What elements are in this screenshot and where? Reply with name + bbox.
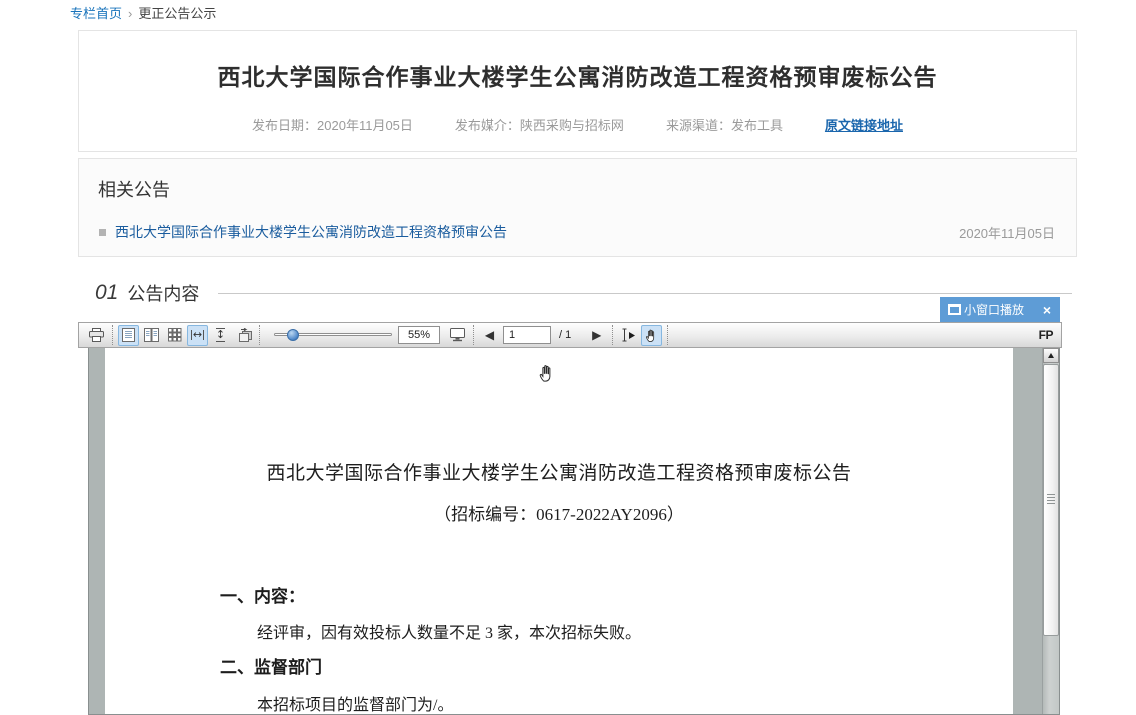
toolbar-separator	[259, 325, 260, 345]
document-section1-text: 经评审，因有效投标人数量不足 3 家，本次招标失败。	[257, 619, 641, 643]
toolbar-separator	[473, 325, 474, 345]
publish-media: 发布媒介：陕西采购与招标网	[455, 115, 624, 134]
pdf-page: 西北大学国际合作事业大楼学生公寓消防改造工程资格预审废标公告 （招标编号：061…	[105, 348, 1013, 715]
section-number: 01	[95, 281, 118, 305]
viewer-brand-label: FP	[1039, 328, 1053, 342]
related-title: 相关公告	[98, 176, 1076, 202]
pdf-viewer: ↔ ↕ ◀ / 1 ▶	[78, 322, 1062, 715]
toolbar-separator	[667, 325, 668, 345]
page-title: 西北大学国际合作事业大楼学生公寓消防改造工程资格预审废标公告	[79, 58, 1076, 92]
page-total-label: / 1	[559, 329, 571, 341]
previous-page-button[interactable]: ◀	[479, 325, 500, 346]
announcement-header-card: 西北大学国际合作事业大楼学生公寓消防改造工程资格预审废标公告 发布日期：2020…	[78, 30, 1077, 152]
section-divider	[218, 293, 1072, 294]
breadcrumb-separator: ›	[128, 6, 132, 21]
hand-tool-button[interactable]	[641, 325, 662, 346]
announcement-meta: 发布日期：2020年11月05日 发布媒介：陕西采购与招标网 来源渠道：发布工具…	[79, 115, 1076, 134]
facing-pages-icon	[144, 328, 159, 342]
pdf-toolbar: ↔ ↕ ◀ / 1 ▶	[78, 322, 1062, 348]
print-icon	[89, 328, 104, 342]
fullscreen-button[interactable]	[447, 325, 468, 346]
source-channel: 来源渠道：发布工具	[666, 115, 783, 134]
single-page-layout-button[interactable]	[118, 325, 139, 346]
fit-height-button[interactable]: ↕	[210, 325, 231, 346]
rotate-page-button[interactable]	[233, 325, 254, 346]
scroll-up-icon	[1048, 353, 1054, 358]
document-section1-heading: 一、内容：	[220, 582, 305, 607]
vertical-scrollbar[interactable]	[1042, 348, 1059, 714]
related-announcement-date: 2020年11月05日	[959, 223, 1055, 242]
small-window-play-label: 小窗口播放	[964, 301, 1024, 318]
facing-pages-layout-button[interactable]	[141, 325, 162, 346]
document-section2-text: 本招标项目的监督部门为/。	[257, 691, 453, 715]
related-list-item: 西北大学国际合作事业大楼学生公寓消防改造工程资格预审公告 2020年11月05日	[79, 222, 1076, 242]
scroll-up-button[interactable]	[1043, 348, 1059, 363]
original-link[interactable]: 原文链接地址	[825, 115, 903, 134]
rotate-page-icon	[236, 328, 252, 342]
monitor-icon	[450, 328, 465, 342]
breadcrumb-current: 更正公告公示	[138, 6, 216, 21]
grid-layout-icon	[168, 328, 182, 342]
small-window-play-button[interactable]: 小窗口播放 ×	[940, 297, 1060, 322]
breadcrumb: 专栏首页 › 更正公告公示	[70, 3, 216, 22]
document-bid-number: （招标编号：0617-2022AY2096）	[105, 500, 1013, 525]
fit-width-icon: ↔	[191, 330, 204, 340]
section-title: 公告内容	[127, 280, 199, 306]
toolbar-separator	[612, 325, 613, 345]
toolbar-separator	[112, 325, 113, 345]
zoom-level-input[interactable]	[398, 326, 440, 344]
text-select-icon	[621, 328, 636, 342]
zoom-slider-knob[interactable]	[287, 329, 299, 341]
next-page-button[interactable]: ▶	[586, 325, 607, 346]
close-icon[interactable]: ×	[1043, 303, 1051, 317]
document-title: 西北大学国际合作事业大楼学生公寓消防改造工程资格预审废标公告	[105, 458, 1013, 485]
window-icon	[948, 304, 961, 315]
fit-height-icon: ↕	[216, 328, 225, 342]
bullet-icon	[99, 229, 106, 236]
document-section2-heading: 二、监督部门	[220, 653, 322, 678]
fit-width-button[interactable]: ↔	[187, 325, 208, 346]
hand-tool-icon	[644, 328, 659, 343]
content-section-heading: 01 公告内容	[95, 280, 1072, 306]
single-page-icon	[122, 328, 135, 342]
zoom-slider[interactable]	[274, 325, 392, 345]
scrollbar-grip-icon	[1047, 494, 1055, 505]
page-number-input[interactable]	[503, 326, 551, 344]
grid-thumbnail-layout-button[interactable]	[164, 325, 185, 346]
related-announcements-card: 相关公告 西北大学国际合作事业大楼学生公寓消防改造工程资格预审公告 2020年1…	[78, 158, 1077, 257]
text-select-tool-button[interactable]	[618, 325, 639, 346]
publish-date: 发布日期：2020年11月05日	[252, 115, 413, 134]
related-announcement-link[interactable]: 西北大学国际合作事业大楼学生公寓消防改造工程资格预审公告	[115, 222, 507, 242]
breadcrumb-home-link[interactable]: 专栏首页	[70, 6, 122, 21]
pdf-viewport[interactable]: 西北大学国际合作事业大楼学生公寓消防改造工程资格预审废标公告 （招标编号：061…	[88, 348, 1060, 715]
print-button[interactable]	[86, 325, 107, 346]
hand-cursor-icon	[537, 363, 557, 383]
scrollbar-thumb[interactable]	[1043, 364, 1059, 636]
